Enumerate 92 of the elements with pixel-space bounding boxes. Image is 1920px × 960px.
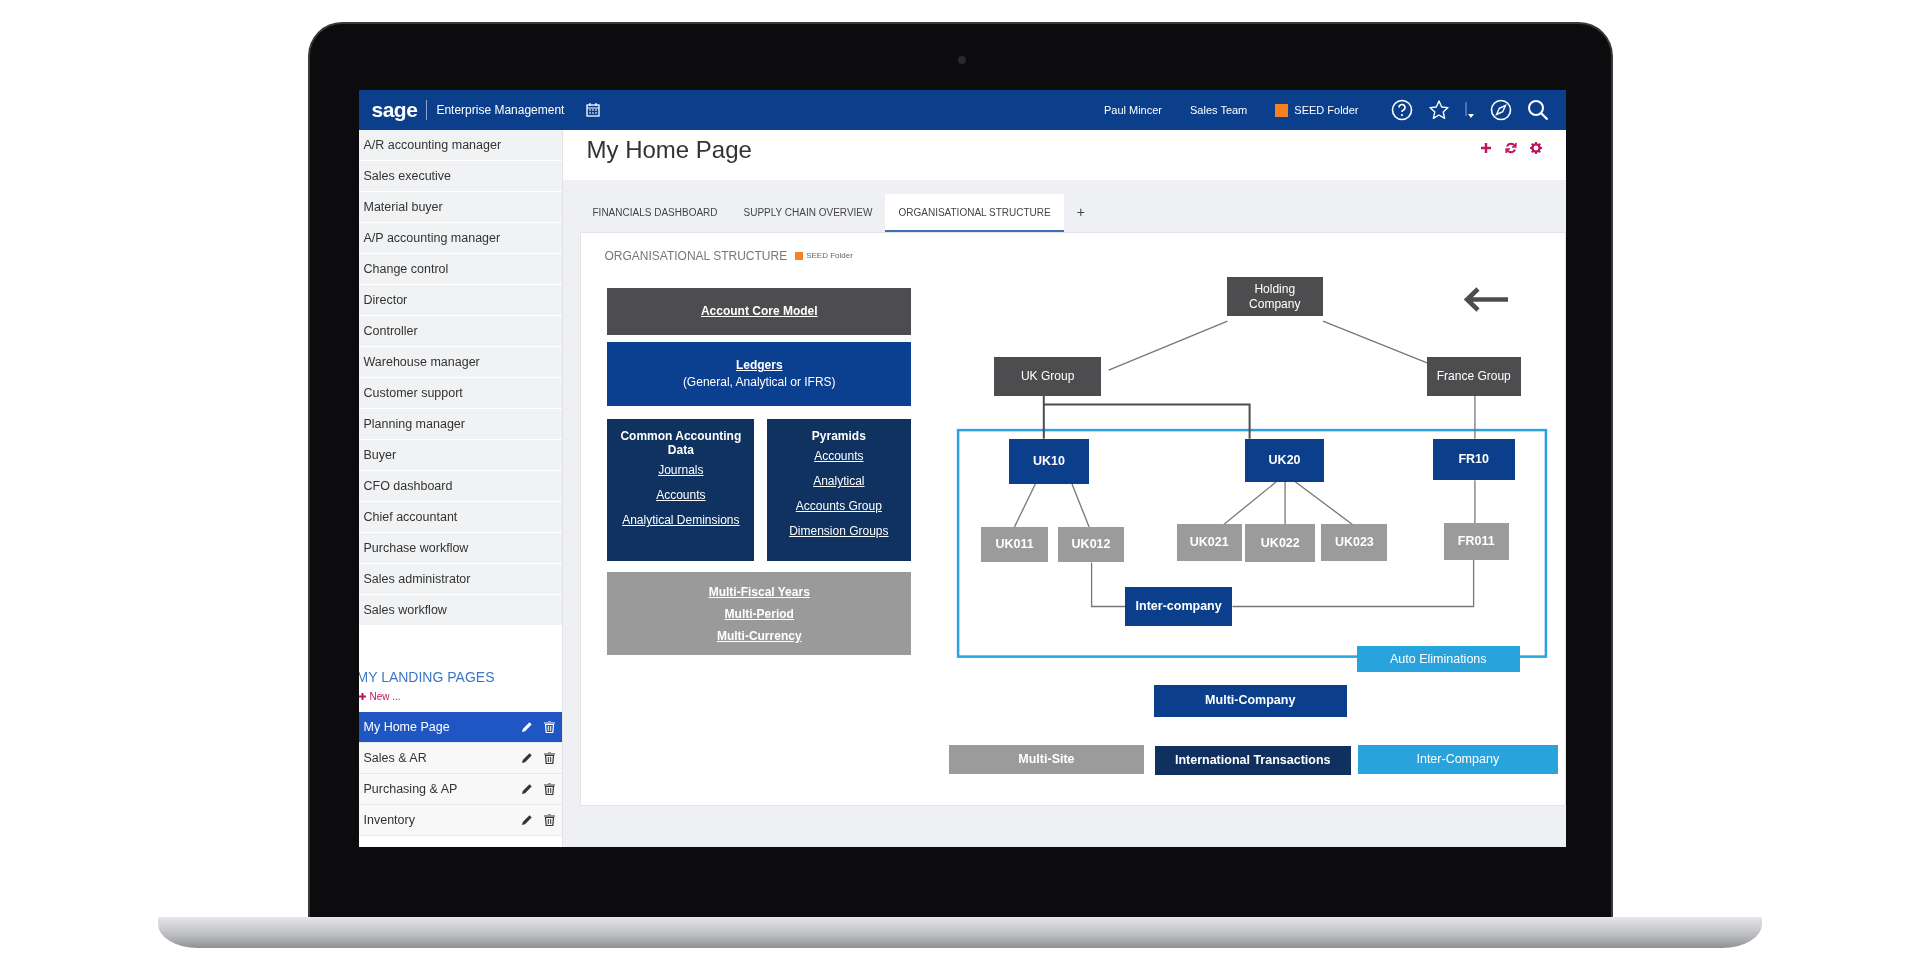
block-link[interactable]: Accounts Group [795,499,882,514]
org-node: UK10 [1009,438,1089,484]
page-title: My Home Page [586,136,752,164]
org-node: Auto Eliminations [1356,645,1520,673]
org-node: UK012 [1058,526,1125,563]
sidebar-item[interactable]: Controller [358,316,562,347]
star-icon[interactable] [1427,99,1450,121]
block-link[interactable]: Account Core Model [700,304,818,319]
block-link[interactable]: Ledgers [735,358,783,373]
panel-title: ORGANISATIONAL STRUCTURE [604,248,788,263]
tab[interactable]: SUPPLY CHAIN OVERVIEW [730,194,886,232]
team-name[interactable]: Sales Team [1190,104,1248,116]
sidebar-item[interactable]: A/R accounting manager [358,130,562,161]
camera-dot [957,56,966,64]
help-icon[interactable] [1390,99,1413,121]
sidebar-item[interactable]: Buyer [358,440,562,471]
settings-icon[interactable] [1529,142,1542,154]
pencil-icon[interactable] [520,783,533,795]
plus-icon[interactable] [1479,142,1492,154]
org-node: International Transactions [1154,746,1351,776]
trash-icon[interactable] [543,814,555,826]
folder-label: SEED Folder [806,251,853,260]
tab[interactable]: ORGANISATIONAL STRUCTURE [885,194,1064,232]
sidebar-item[interactable]: Warehouse manager [358,347,562,378]
connector-line [1222,480,1277,526]
sidebar-item[interactable]: Sales executive [358,161,562,192]
block-link[interactable]: Accounts [656,488,706,503]
sidebar-item[interactable]: Material buyer [358,192,562,223]
sidebar-item[interactable]: Sales workflow [358,595,562,626]
landing-page-item[interactable]: Inventory [358,805,562,836]
sidebar-item[interactable]: Sales administrator [358,564,562,595]
section-heading: MY LANDING PAGES [358,669,496,685]
org-node: Inter-company [1125,586,1232,627]
refresh-icon[interactable] [1504,142,1517,154]
org-node: UK Group [994,356,1101,396]
block-link[interactable]: Analytical [813,474,865,489]
trash-icon[interactable] [543,752,555,764]
landing-page-item[interactable]: My Home Page [358,712,562,743]
connector-line [1283,480,1286,526]
org-node: UK011 [980,526,1049,563]
pencil-icon[interactable] [520,814,533,826]
add-tab-button[interactable]: + [1063,194,1098,232]
sidebar-item[interactable]: Customer support [358,378,562,409]
compass-icon[interactable] [1489,99,1512,121]
user-name[interactable]: Paul Mincer [1103,104,1162,116]
org-node: Multi-Company [1153,684,1347,717]
sidebar-item[interactable]: Planning manager [358,409,562,440]
org-node: UK022 [1245,524,1316,563]
landing-page-item[interactable]: Sales & AR [358,743,562,774]
sidebar-item[interactable]: CFO dashboard [358,471,562,502]
folder-name[interactable]: SEED Folder [1294,104,1359,116]
org-node: UK021 [1176,524,1242,562]
org-node: Inter-Company [1358,744,1558,775]
tab[interactable]: FINANCIALS DASHBOARD [579,194,731,232]
org-node: FR011 [1443,523,1509,560]
connector-line [1090,561,1127,608]
block-subtitle: (General, Analytical or IFRS) [682,375,836,390]
back-arrow-icon[interactable] [1463,286,1511,312]
folder-icon [1275,103,1289,117]
sidebar-item[interactable]: Chief accountant [358,502,562,533]
landing-page-item[interactable]: Purchasing & AP [358,774,562,805]
block-title: Common Accounting Data [619,429,743,458]
org-node: Holding Company [1227,277,1323,317]
product-name: Enterprise Management [435,103,565,117]
search-icon[interactable] [1526,99,1549,121]
connector-line [1473,479,1476,524]
plus-icon [358,693,366,700]
org-node: FR10 [1432,438,1515,481]
org-node: Multi-Site [949,744,1144,775]
block-link[interactable]: Analytical Deminsions [622,513,740,528]
pencil-icon[interactable] [520,721,533,733]
sidebar-item[interactable]: Purchase workflow [358,533,562,564]
org-node: France Group [1426,356,1521,396]
block-link[interactable]: Dimension Groups [789,524,889,539]
folder-icon [795,251,804,260]
connector-line [1473,395,1476,440]
sidebar-item[interactable]: Change control [358,254,562,285]
sidebar-item[interactable]: A/P accounting manager [358,223,562,254]
pencil-icon[interactable] [520,752,533,764]
brand-logo[interactable]: sage [371,100,428,120]
connector-line [1070,483,1090,528]
block-link[interactable]: Journals [658,463,704,478]
connector-line [1293,480,1353,526]
calendar-icon[interactable] [586,103,601,117]
block-title: Pyramids [810,429,867,444]
new-link[interactable]: New ... [369,691,401,702]
org-node: UK20 [1245,438,1324,482]
connector-line [1013,483,1036,528]
sidebar-item[interactable]: Director [358,285,562,316]
org-node: UK023 [1321,524,1388,562]
block-link[interactable]: Accounts [814,449,864,464]
trash-icon[interactable] [543,783,555,795]
